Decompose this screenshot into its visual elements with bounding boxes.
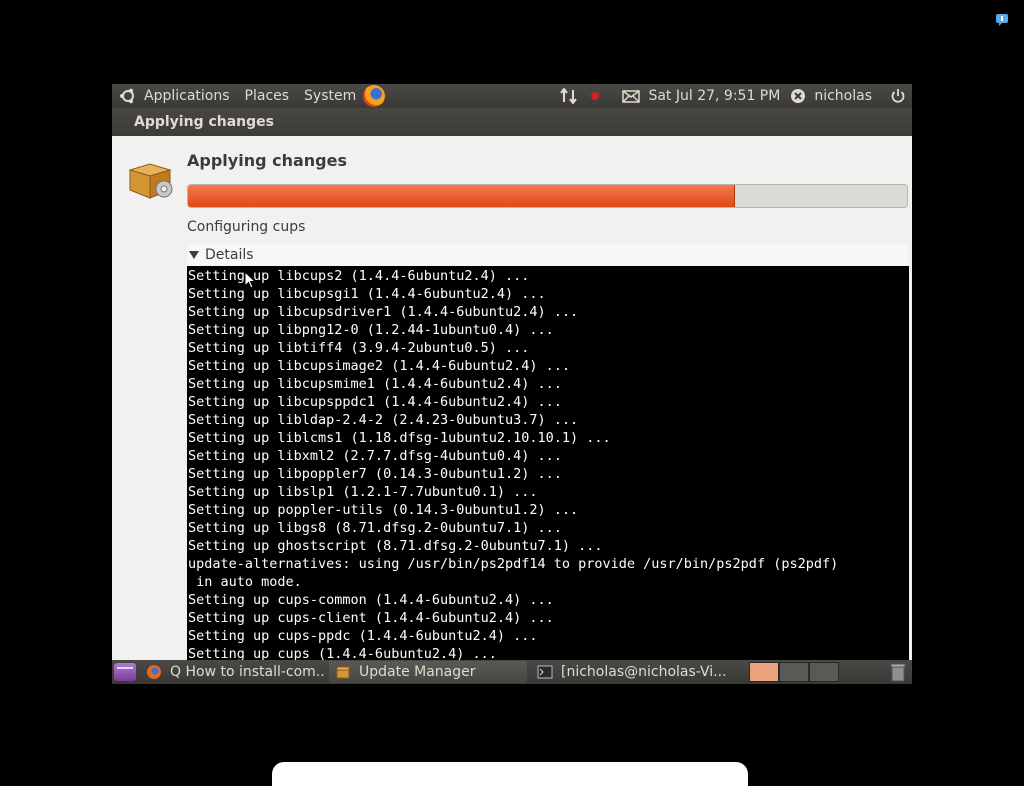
details-label: Details xyxy=(205,247,254,263)
user-name[interactable]: nicholas xyxy=(814,88,872,104)
mail-icon[interactable] xyxy=(622,89,641,103)
terminal-line: Setting up liblcms1 (1.18.dfsg-1ubuntu2.… xyxy=(188,430,611,446)
desktop-screen: Applications Places System Sat Jul 27, 9… xyxy=(112,84,912,684)
taskbar-item-terminal[interactable]: [nicholas@nicholas-Vi... xyxy=(531,661,739,683)
menu-system[interactable]: System xyxy=(304,88,356,104)
taskbar-item-label: Q How to install-com... xyxy=(170,664,325,680)
terminal-line: Setting up libcups2 (1.4.4-6ubuntu2.4) .… xyxy=(188,268,530,284)
bottom-edge-overlay xyxy=(272,762,748,786)
firefox-launcher-icon[interactable] xyxy=(363,85,386,107)
terminal-line: Setting up libcupsimage2 (1.4.4-6ubuntu2… xyxy=(188,358,571,374)
details-expander[interactable]: Details xyxy=(187,244,908,266)
terminal-line: Setting up poppler-utils (0.14.3-0ubuntu… xyxy=(188,502,579,518)
terminal-line: update-alternatives: using /usr/bin/ps2p… xyxy=(188,556,839,572)
power-icon[interactable] xyxy=(890,88,906,104)
taskbar-item-firefox[interactable]: Q How to install-com... xyxy=(140,661,325,683)
taskbar-item-label: [nicholas@nicholas-Vi... xyxy=(561,664,727,680)
terminal-icon xyxy=(537,664,553,680)
update-dialog: Applying changes Configuring cups Detail… xyxy=(112,136,912,660)
terminal-line: in auto mode. xyxy=(188,574,302,590)
user-status-icon[interactable] xyxy=(790,88,806,104)
terminal-output[interactable]: Setting up libcups2 (1.4.4-6ubuntu2.4) .… xyxy=(187,266,909,660)
terminal-line: Setting up libxml2 (2.7.7.dfsg-4ubuntu0.… xyxy=(188,448,562,464)
ubuntu-logo-icon[interactable] xyxy=(118,86,138,106)
expander-triangle-icon xyxy=(189,251,199,259)
taskbar-item-label: Update Manager xyxy=(359,664,476,680)
package-install-icon xyxy=(126,156,176,202)
update-alert-icon[interactable] xyxy=(590,91,600,101)
terminal-line: Setting up cups-client (1.4.4-6ubuntu2.4… xyxy=(188,610,554,626)
window-titlebar[interactable]: Applying changes xyxy=(112,108,912,136)
terminal-line: Setting up libgs8 (8.71.dfsg.2-0ubuntu7.… xyxy=(188,520,562,536)
progress-bar xyxy=(187,184,908,208)
network-icon[interactable] xyxy=(560,88,578,104)
clock[interactable]: Sat Jul 27, 9:51 PM xyxy=(648,88,780,104)
workspace-3[interactable] xyxy=(809,662,839,682)
trash-icon[interactable] xyxy=(888,662,908,682)
terminal-line: Setting up cups-ppdc (1.4.4-6ubuntu2.4) … xyxy=(188,628,538,644)
terminal-line: Setting up libcupsmime1 (1.4.4-6ubuntu2.… xyxy=(188,376,562,392)
terminal-line: Setting up libcupsdriver1 (1.4.4-6ubuntu… xyxy=(188,304,579,320)
terminal-line: Setting up libslp1 (1.2.1-7.7ubuntu0.1) … xyxy=(188,484,538,500)
show-desktop-icon[interactable] xyxy=(114,663,136,681)
workspace-1[interactable] xyxy=(749,662,779,682)
terminal-line: Setting up libldap-2.4-2 (2.4.23-0ubuntu… xyxy=(188,412,579,428)
firefox-icon xyxy=(146,664,162,680)
workspace-2[interactable] xyxy=(779,662,809,682)
window-title: Applying changes xyxy=(134,114,274,130)
bottom-taskbar: Q How to install-com... Update Manager [… xyxy=(112,660,912,684)
taskbar-item-update-manager[interactable]: Update Manager xyxy=(329,661,527,683)
terminal-line: Setting up libtiff4 (3.9.4-2ubuntu0.5) .… xyxy=(188,340,530,356)
dialog-heading: Applying changes xyxy=(187,151,347,170)
terminal-line: Setting up libcupsppdc1 (1.4.4-6ubuntu2.… xyxy=(188,394,562,410)
system-tray: Sat Jul 27, 9:51 PM nicholas xyxy=(560,88,912,104)
progress-status: Configuring cups xyxy=(187,219,306,235)
terminal-line: Setting up libcupsgi1 (1.4.4-6ubuntu2.4)… xyxy=(188,286,546,302)
notification-icon[interactable] xyxy=(995,12,1009,26)
terminal-line: Setting up ghostscript (8.71.dfsg.2-0ubu… xyxy=(188,538,603,554)
menu-applications[interactable]: Applications xyxy=(144,88,230,104)
progress-bar-fill xyxy=(188,185,736,207)
package-icon xyxy=(335,664,351,680)
terminal-line: Setting up libpng12-0 (1.2.44-1ubuntu0.4… xyxy=(188,322,554,338)
terminal-line: Setting up libpoppler7 (0.14.3-0ubuntu1.… xyxy=(188,466,562,482)
terminal-line: Setting up cups-common (1.4.4-6ubuntu2.4… xyxy=(188,592,554,608)
menu-places[interactable]: Places xyxy=(245,88,290,104)
top-panel: Applications Places System Sat Jul 27, 9… xyxy=(112,84,912,108)
terminal-line: Setting up cups (1.4.4-6ubuntu2.4) ... xyxy=(188,646,497,660)
